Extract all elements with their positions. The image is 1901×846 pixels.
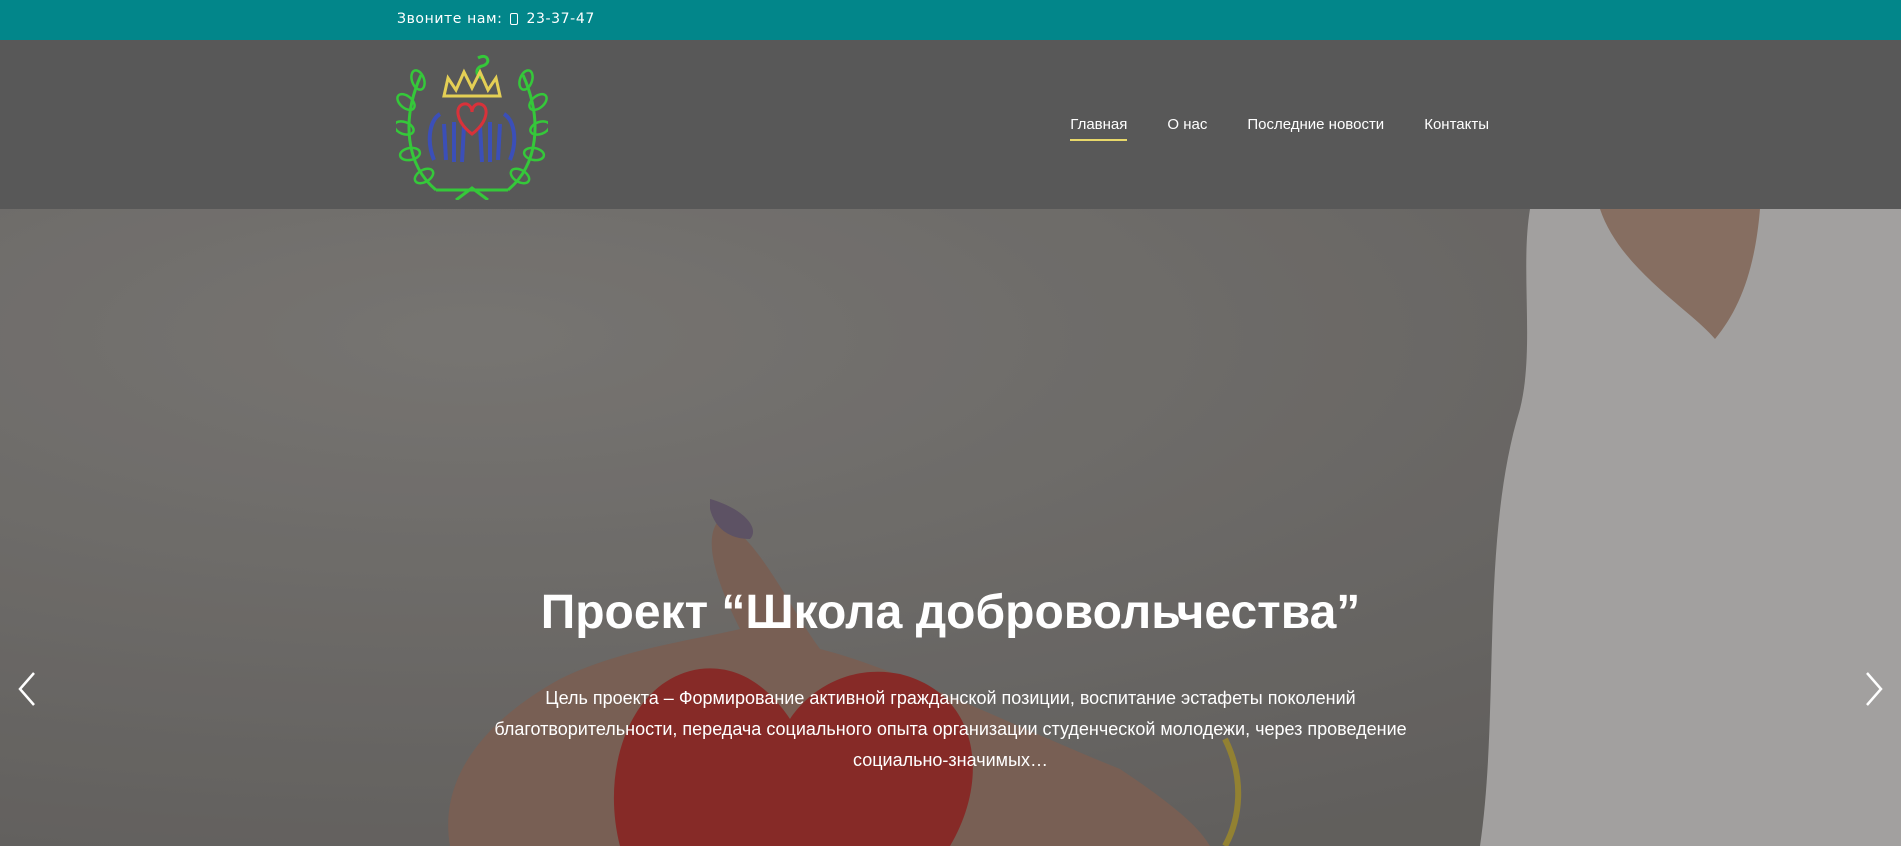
nav-item-contacts[interactable]: Контакты <box>1424 116 1489 139</box>
slide-description-line-2: благотворительности, передача социальног… <box>494 719 1407 739</box>
site-header: Главная О нас Последние новости Контакты <box>0 40 1901 209</box>
slide-description-line-1: Цель проекта – Формирование активной гра… <box>545 688 1356 708</box>
site-logo[interactable] <box>393 50 551 202</box>
nav-item-news[interactable]: Последние новости <box>1247 116 1384 139</box>
phone-icon <box>510 13 519 25</box>
main-nav: Главная О нас Последние новости Контакты <box>1070 116 1489 141</box>
contact-info: Звоните нам: 23-37-47 <box>397 11 595 27</box>
nav-item-home[interactable]: Главная <box>1070 116 1128 141</box>
slider-next-button[interactable] <box>1859 669 1889 709</box>
nav-item-about[interactable]: О нас <box>1167 116 1207 139</box>
phone-number[interactable]: 23-37-47 <box>526 11 594 27</box>
slide-description-line-3: социально-значимых… <box>853 750 1048 770</box>
slide-description: Цель проекта – Формирование активной гра… <box>480 683 1421 776</box>
hero-slider: Проект “Школа добровольчества” Цель прое… <box>0 209 1901 846</box>
call-label: Звоните нам: <box>397 11 503 27</box>
chevron-right-icon <box>1866 672 1883 706</box>
top-contact-bar: Звоните нам: 23-37-47 <box>0 0 1901 40</box>
slider-prev-button[interactable] <box>12 669 42 709</box>
slide-title: Проект “Школа добровольчества” <box>540 586 1361 639</box>
chevron-left-icon <box>18 672 35 706</box>
